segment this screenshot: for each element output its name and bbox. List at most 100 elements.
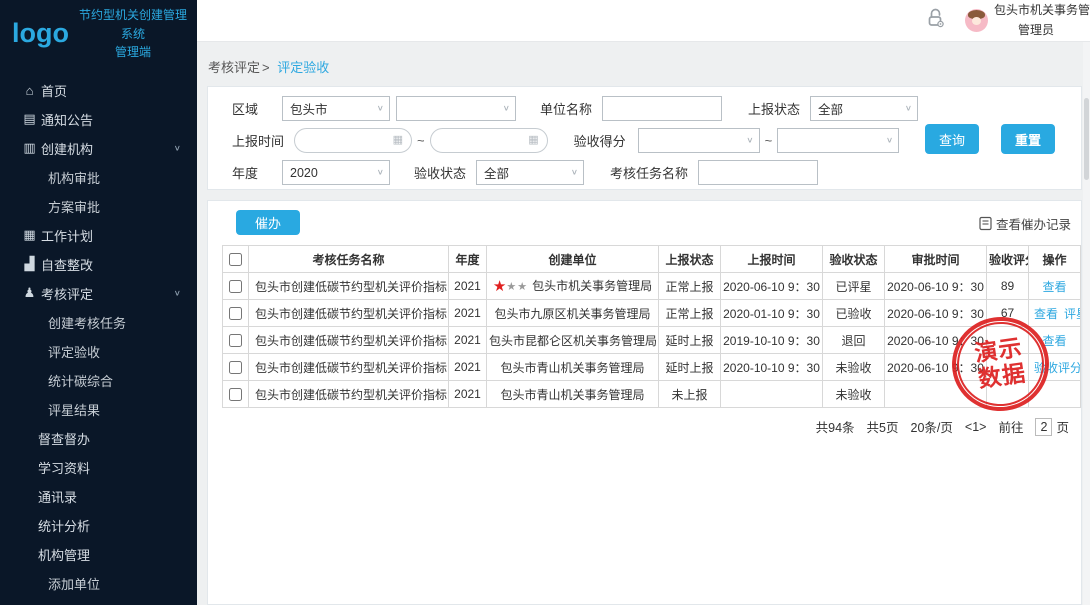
score-from-select[interactable]: ∨ — [638, 128, 760, 153]
sidebar-item-notices[interactable]: ▤通知公告 — [0, 105, 197, 134]
chevron-down-icon: ∨ — [377, 168, 384, 177]
avatar[interactable] — [965, 9, 988, 32]
row-checkbox[interactable] — [229, 334, 242, 347]
star-rate-link[interactable]: 评星 — [1064, 307, 1080, 321]
report-time-to-input[interactable]: ▦ — [430, 128, 548, 153]
user-role: 管理员 — [994, 21, 1078, 40]
range-separator: ~ — [417, 133, 425, 148]
accept-status-label: 验收状态 — [414, 163, 466, 182]
sidebar-item-self-check[interactable]: ▟自查整改 — [0, 250, 197, 279]
sidebar-item-contacts[interactable]: 通讯录 — [0, 482, 197, 511]
scrollbar-track[interactable] — [1083, 42, 1090, 605]
table-row: 包头市创建低碳节约型机关评价指标 2021 包头市青山机关事务管理局 未上报 未… — [223, 381, 1081, 408]
breadcrumb-current[interactable]: 评定验收 — [277, 60, 329, 75]
goto-unit: 页 — [1056, 417, 1069, 436]
breadcrumb-parent[interactable]: 考核评定 — [208, 60, 260, 75]
chevron-down-icon: ∨ — [174, 289, 181, 298]
scrollbar-thumb[interactable] — [1084, 98, 1089, 180]
reset-button[interactable]: 重置 — [1001, 124, 1055, 154]
document-icon — [978, 216, 993, 231]
unit-name-input[interactable] — [602, 96, 722, 121]
calendar-icon: ▦ — [21, 227, 38, 243]
sidebar-item-work-plan[interactable]: ▦工作计划 — [0, 221, 197, 250]
row-checkbox[interactable] — [229, 307, 242, 320]
sidebar-item-supervision[interactable]: 督查督办 — [0, 424, 197, 453]
calendar-icon: ▦ — [528, 133, 538, 146]
pagination: 共94条 共5页 20条/页 <1> 前往 2 页 — [804, 417, 1069, 436]
col-accept-status: 验收状态 — [823, 246, 885, 273]
sidebar-item-star-results[interactable]: 评星结果 — [0, 395, 197, 424]
view-link[interactable]: 查看 — [1042, 334, 1066, 348]
unlock-gear-icon[interactable] — [925, 7, 947, 34]
app-title-line2: 管理端 — [77, 43, 189, 62]
task-name-input[interactable] — [698, 160, 818, 185]
sidebar: logo 节约型机关创建管理系统 管理端 ⌂首页 ▤通知公告 ▥创建机构∨ 机构… — [0, 0, 197, 605]
search-button[interactable]: 查询 — [925, 124, 979, 154]
assessment-table: 考核任务名称 年度 创建单位 上报状态 上报时间 验收状态 审批时间 验收评分 … — [222, 245, 1081, 408]
task-name-label: 考核任务名称 — [610, 163, 688, 182]
sidebar-item-home[interactable]: ⌂首页 — [0, 76, 197, 105]
next-page-button[interactable]: > — [979, 420, 986, 434]
sidebar-item-add-unit[interactable]: 添加单位 — [0, 569, 197, 598]
chevron-down-icon: ∨ — [905, 104, 912, 113]
col-year: 年度 — [449, 246, 487, 273]
pager-controls: <1> — [965, 420, 987, 434]
view-urge-records-link[interactable]: 查看催办记录 — [978, 214, 1071, 233]
row-checkbox[interactable] — [229, 388, 242, 401]
report-status-select[interactable]: 全部∨ — [810, 96, 918, 121]
sidebar-item-carbon-stats[interactable]: 统计碳综合 — [0, 366, 197, 395]
col-task: 考核任务名称 — [249, 246, 449, 273]
sidebar-item-org-approval[interactable]: 机构审批 — [0, 163, 197, 192]
report-time-from-input[interactable]: ▦ — [294, 128, 412, 153]
col-approve-time: 审批时间 — [885, 246, 987, 273]
col-report-time: 上报时间 — [721, 246, 823, 273]
sidebar-item-assessment[interactable]: ♟考核评定∨ — [0, 279, 197, 308]
org-icon: ▥ — [21, 140, 38, 156]
accept-status-select[interactable]: 全部∨ — [476, 160, 584, 185]
table-panel: 催办 查看催办记录 考核任务名称 年度 创建单位 上报状态 上报时间 验收状态 … — [207, 200, 1082, 605]
year-label: 年度 — [232, 163, 282, 182]
home-icon: ⌂ — [21, 83, 38, 98]
sidebar-menu: ⌂首页 ▤通知公告 ▥创建机构∨ 机构审批 方案审批 ▦工作计划 ▟自查整改 ♟… — [0, 76, 197, 605]
table-row: 包头市创建低碳节约型机关评价指标 2021 ★★★包头市机关事务管理局 正常上报… — [223, 273, 1081, 300]
notice-icon: ▤ — [21, 111, 38, 127]
chevron-down-icon: ∨ — [503, 104, 510, 113]
goto-label: 前往 — [998, 417, 1023, 436]
col-unit: 创建单位 — [487, 246, 659, 273]
sidebar-item-create-org[interactable]: ▥创建机构∨ — [0, 134, 197, 163]
app-title: 节约型机关创建管理系统 管理端 — [77, 6, 189, 62]
score-to-select[interactable]: ∨ — [777, 128, 899, 153]
row-checkbox[interactable] — [229, 361, 242, 374]
chevron-down-icon: ∨ — [746, 136, 753, 145]
sidebar-item-create-task[interactable]: 创建考核任务 — [0, 308, 197, 337]
top-bar: 包头市机关事务管理局 管理员 — [197, 0, 1090, 42]
sidebar-item-learning[interactable]: 学习资料 — [0, 453, 197, 482]
goto-page-input[interactable]: 2 — [1035, 418, 1052, 436]
person-icon: ♟ — [21, 285, 38, 301]
view-link[interactable]: 查看 — [1034, 307, 1058, 321]
score-label: 验收得分 — [574, 131, 626, 150]
year-select[interactable]: 2020∨ — [282, 160, 390, 185]
sidebar-item-building-maintenance[interactable]: 建筑维护 — [0, 598, 197, 605]
range-separator: ~ — [765, 133, 773, 148]
sidebar-item-statistics[interactable]: 统计分析 — [0, 511, 197, 540]
select-all-checkbox[interactable] — [229, 253, 242, 266]
col-actions: 操作 — [1029, 246, 1081, 273]
total-pages: 共5页 — [867, 417, 899, 436]
sidebar-item-plan-approval[interactable]: 方案审批 — [0, 192, 197, 221]
chevron-down-icon: ∨ — [886, 136, 893, 145]
view-link[interactable]: 查看 — [1042, 280, 1066, 294]
app-logo-block: logo 节约型机关创建管理系统 管理端 — [0, 0, 197, 66]
table-header-row: 考核任务名称 年度 创建单位 上报状态 上报时间 验收状态 审批时间 验收评分 … — [223, 246, 1081, 273]
sidebar-item-acceptance[interactable]: 评定验收 — [0, 337, 197, 366]
area-sub-select[interactable]: ∨ — [396, 96, 516, 121]
urge-button[interactable]: 催办 — [236, 210, 300, 235]
unit-name-label: 单位名称 — [540, 99, 592, 118]
sidebar-item-org-management[interactable]: 机构管理 — [0, 540, 197, 569]
row-checkbox[interactable] — [229, 280, 242, 293]
accept-score-link[interactable]: 验收评分 — [1034, 361, 1081, 375]
chevron-down-icon: ∨ — [174, 144, 181, 153]
user-info[interactable]: 包头市机关事务管理局 管理员 — [994, 1, 1090, 39]
area-select[interactable]: 包头市∨ — [282, 96, 390, 121]
per-page: 20条/页 — [911, 417, 953, 436]
